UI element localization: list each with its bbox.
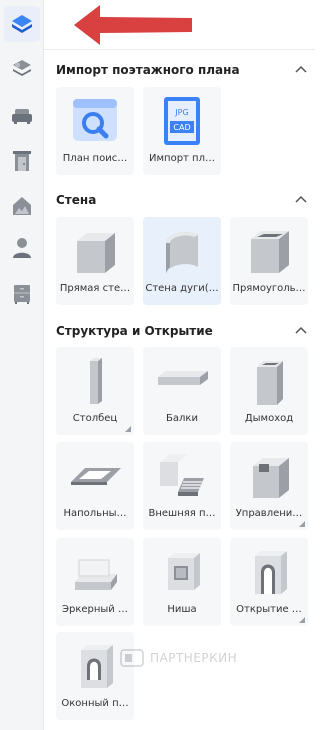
straight-wall-icon xyxy=(77,233,115,273)
more-variants-indicator[interactable] xyxy=(299,521,305,527)
chevron-up-icon[interactable] xyxy=(294,63,308,77)
item-label: Столбец xyxy=(72,413,118,424)
item-label: Управлени… xyxy=(235,508,303,519)
person-icon xyxy=(13,238,31,258)
exterior-stairs-icon xyxy=(160,454,204,496)
section-title: Стена xyxy=(56,193,97,207)
control-box-icon xyxy=(253,458,289,498)
item-label: Прямая сте… xyxy=(59,283,131,294)
rail-item-layers[interactable] xyxy=(4,50,40,86)
left-rail xyxy=(0,0,44,730)
catalog-item-window-opening[interactable]: Оконный п… xyxy=(56,632,134,720)
top-bar xyxy=(44,0,315,50)
catalog-item-column[interactable]: Столбец xyxy=(56,347,134,435)
app: Импорт поэтажного плана План поис… JPG C… xyxy=(0,0,315,730)
item-label: Импорт пл… xyxy=(149,153,215,164)
cabinet-icon xyxy=(14,285,30,304)
section-title: Структура и Открытие xyxy=(56,324,213,338)
item-label: Оконный п… xyxy=(61,698,129,709)
catalog-panel: Импорт поэтажного плана План поис… JPG C… xyxy=(44,51,315,730)
chevron-up-icon[interactable] xyxy=(294,193,308,207)
item-label: Балки xyxy=(166,413,198,424)
column-icon xyxy=(90,358,102,404)
catalog-item-bay-window[interactable]: Эркерный … xyxy=(56,538,134,626)
door-icon xyxy=(13,151,31,171)
item-label: Стена дуги(… xyxy=(145,283,219,294)
chevron-up-icon[interactable] xyxy=(294,324,308,338)
svg-text:CAD: CAD xyxy=(173,123,190,132)
rail-item-doors[interactable] xyxy=(4,143,40,179)
window-opening-icon xyxy=(81,645,113,688)
catalog-item-beam[interactable]: Балки xyxy=(143,347,221,435)
catalog-item-floor-opening[interactable]: Напольны… xyxy=(56,442,134,530)
catalog-item-control-box[interactable]: Управлени… xyxy=(230,442,308,530)
rail-item-exterior[interactable] xyxy=(4,188,40,224)
section-header-structure[interactable]: Структура и Открытие xyxy=(56,321,308,341)
more-variants-indicator[interactable] xyxy=(125,426,131,432)
rail-item-floorplan[interactable] xyxy=(4,6,40,42)
arch-opening-icon xyxy=(255,551,287,594)
item-label: Внешняя п… xyxy=(148,508,216,519)
bay-window-icon xyxy=(75,559,117,590)
item-label: Эркерный … xyxy=(62,604,128,615)
floor-opening-icon xyxy=(71,468,121,485)
watermark-logo-icon xyxy=(120,649,144,667)
section-title: Импорт поэтажного плана xyxy=(56,63,240,77)
chimney-icon xyxy=(257,361,283,405)
sofa-icon xyxy=(12,109,32,124)
catalog-item-arch-opening[interactable]: Открытие … xyxy=(230,538,308,626)
arc-wall-icon xyxy=(166,232,198,275)
house-icon xyxy=(13,197,31,215)
blue-layers-icon xyxy=(12,15,32,33)
catalog-item-arc-wall[interactable]: Стена дуги(… xyxy=(143,217,221,305)
catalog-item-exterior-stairs[interactable]: Внешняя п… xyxy=(143,442,221,530)
item-label: План поис… xyxy=(62,153,128,164)
item-label: Прямоуголь… xyxy=(232,283,306,294)
red-arrow-annotation xyxy=(74,5,192,45)
rectangular-wall-icon xyxy=(251,231,289,273)
item-label: Напольны… xyxy=(63,508,127,519)
search-plan-icon xyxy=(73,99,117,141)
catalog-item-niche[interactable]: Ниша xyxy=(143,538,221,626)
item-label: Дымоход xyxy=(244,413,294,424)
cad-import-icon: JPG CAD xyxy=(164,97,200,145)
beam-icon xyxy=(158,371,208,385)
rail-item-people[interactable] xyxy=(4,230,40,266)
rail-item-cabinets[interactable] xyxy=(4,276,40,312)
svg-text:JPG: JPG xyxy=(174,108,188,117)
rail-item-furniture[interactable] xyxy=(4,98,40,134)
section-header-wall[interactable]: Стена xyxy=(56,190,308,210)
more-variants-indicator[interactable] xyxy=(299,617,305,623)
niche-icon xyxy=(168,553,200,590)
item-label: Открытие … xyxy=(236,604,302,615)
section-header-import[interactable]: Импорт поэтажного плана xyxy=(56,60,308,80)
item-label: Ниша xyxy=(167,604,197,615)
catalog-item-search-plan[interactable]: План поис… xyxy=(56,87,134,175)
catalog-item-chimney[interactable]: Дымоход xyxy=(230,347,308,435)
catalog-item-rectangular-wall[interactable]: Прямоуголь… xyxy=(230,217,308,305)
stacked-layers-icon xyxy=(13,60,31,76)
watermark: ПАРТНЕРКИН xyxy=(120,649,237,667)
catalog-item-straight-wall[interactable]: Прямая сте… xyxy=(56,217,134,305)
watermark-text: ПАРТНЕРКИН xyxy=(150,651,238,665)
catalog-item-cad-import[interactable]: JPG CAD Импорт пл… xyxy=(143,87,221,175)
